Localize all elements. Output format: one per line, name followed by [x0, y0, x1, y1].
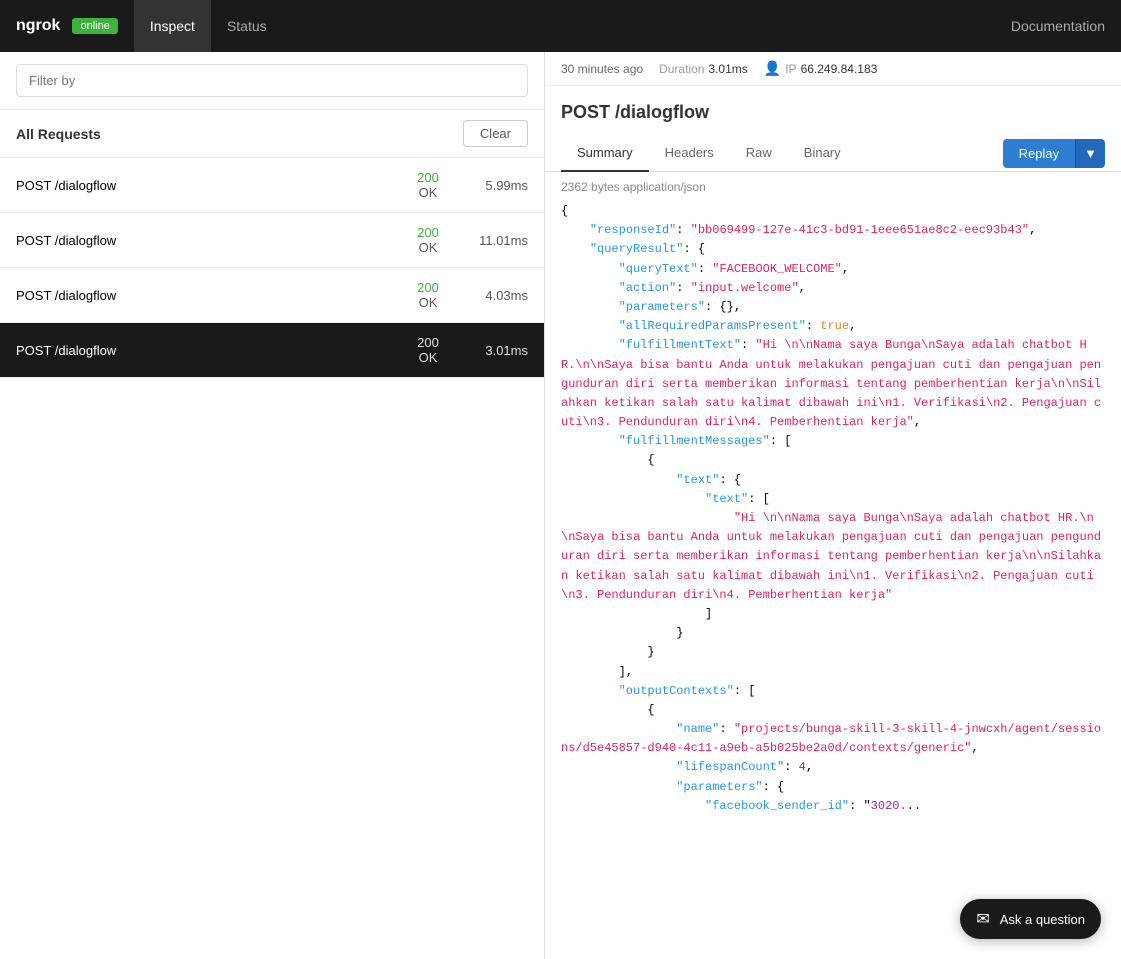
tab-binary[interactable]: Binary: [788, 135, 857, 172]
request-duration: 11.01ms: [458, 233, 528, 248]
ip-label: IP: [785, 62, 796, 76]
clear-button[interactable]: Clear: [463, 120, 528, 147]
table-row[interactable]: POST /dialogflow 200 OK 4.03ms: [0, 268, 544, 323]
status-code: 200: [417, 225, 439, 240]
request-meta: 30 minutes ago Duration 3.01ms 👤 IP 66.2…: [545, 52, 1121, 86]
status-text: OK: [419, 350, 438, 365]
chat-label: Ask a question: [1000, 912, 1085, 927]
ip-meta: 👤 IP 66.249.84.183: [764, 60, 878, 77]
status-text: OK: [419, 185, 438, 200]
requests-header: All Requests Clear: [0, 110, 544, 158]
request-status: 200 OK: [398, 335, 458, 365]
detail-header: POST /dialogflow: [545, 86, 1121, 135]
status-text: OK: [419, 295, 438, 310]
duration-label: Duration: [659, 62, 704, 76]
bytes-info: 2362 bytes application/json: [545, 172, 1121, 202]
json-content: { "responseId": "bb069499-127e-41c3-bd91…: [561, 202, 1105, 816]
request-duration: 5.99ms: [458, 178, 528, 193]
status-code: 200: [417, 280, 439, 295]
request-status: 200 OK: [398, 280, 458, 310]
table-row[interactable]: POST /dialogflow 200 OK 3.01ms: [0, 323, 544, 378]
status-code: 200: [417, 170, 439, 185]
brand-name: ngrok: [16, 17, 60, 35]
request-status: 200 OK: [398, 170, 458, 200]
status-code: 200: [417, 335, 439, 350]
filter-bar: [0, 52, 544, 110]
main-layout: All Requests Clear POST /dialogflow 200 …: [0, 52, 1121, 959]
tab-raw[interactable]: Raw: [730, 135, 788, 172]
replay-dropdown-button[interactable]: ▼: [1075, 139, 1105, 168]
requests-title: All Requests: [16, 126, 101, 142]
duration-meta: Duration 3.01ms: [659, 62, 748, 76]
request-status: 200 OK: [398, 225, 458, 255]
replay-btn-group: Replay ▼: [1003, 139, 1105, 168]
request-method-path: POST /dialogflow: [16, 178, 398, 193]
detail-tabs: Summary Headers Raw Binary Replay ▼: [545, 135, 1121, 172]
person-icon: 👤: [764, 60, 781, 77]
nav-inspect[interactable]: Inspect: [134, 0, 211, 52]
nav-docs[interactable]: Documentation: [1011, 18, 1105, 34]
chat-widget[interactable]: ✉ Ask a question: [960, 899, 1101, 939]
nav-status[interactable]: Status: [211, 0, 283, 52]
table-row[interactable]: POST /dialogflow 200 OK 5.99ms: [0, 158, 544, 213]
request-method-path: POST /dialogflow: [16, 233, 398, 248]
request-duration: 4.03ms: [458, 288, 528, 303]
topnav: ngrok online Inspect Status Documentatio…: [0, 0, 1121, 52]
replay-button[interactable]: Replay: [1003, 139, 1075, 168]
chat-icon: ✉: [976, 909, 989, 929]
time-ago: 30 minutes ago: [561, 62, 643, 76]
online-badge: online: [72, 18, 117, 34]
detail-panel: POST /dialogflow Summary Headers Raw Bin…: [545, 86, 1121, 959]
tab-summary[interactable]: Summary: [561, 135, 649, 172]
tab-headers[interactable]: Headers: [649, 135, 730, 172]
filter-input[interactable]: [16, 64, 528, 97]
request-method-path: POST /dialogflow: [16, 288, 398, 303]
left-panel: All Requests Clear POST /dialogflow 200 …: [0, 52, 545, 959]
detail-body[interactable]: { "responseId": "bb069499-127e-41c3-bd91…: [545, 202, 1121, 959]
request-duration: 3.01ms: [458, 343, 528, 358]
detail-title: POST /dialogflow: [561, 102, 1105, 123]
ip-value: 66.249.84.183: [801, 62, 878, 76]
duration-value: 3.01ms: [708, 62, 747, 76]
requests-list: POST /dialogflow 200 OK 5.99ms POST /dia…: [0, 158, 544, 959]
table-row[interactable]: POST /dialogflow 200 OK 11.01ms: [0, 213, 544, 268]
right-panel: 30 minutes ago Duration 3.01ms 👤 IP 66.2…: [545, 52, 1121, 959]
request-method-path: POST /dialogflow: [16, 343, 398, 358]
status-text: OK: [419, 240, 438, 255]
